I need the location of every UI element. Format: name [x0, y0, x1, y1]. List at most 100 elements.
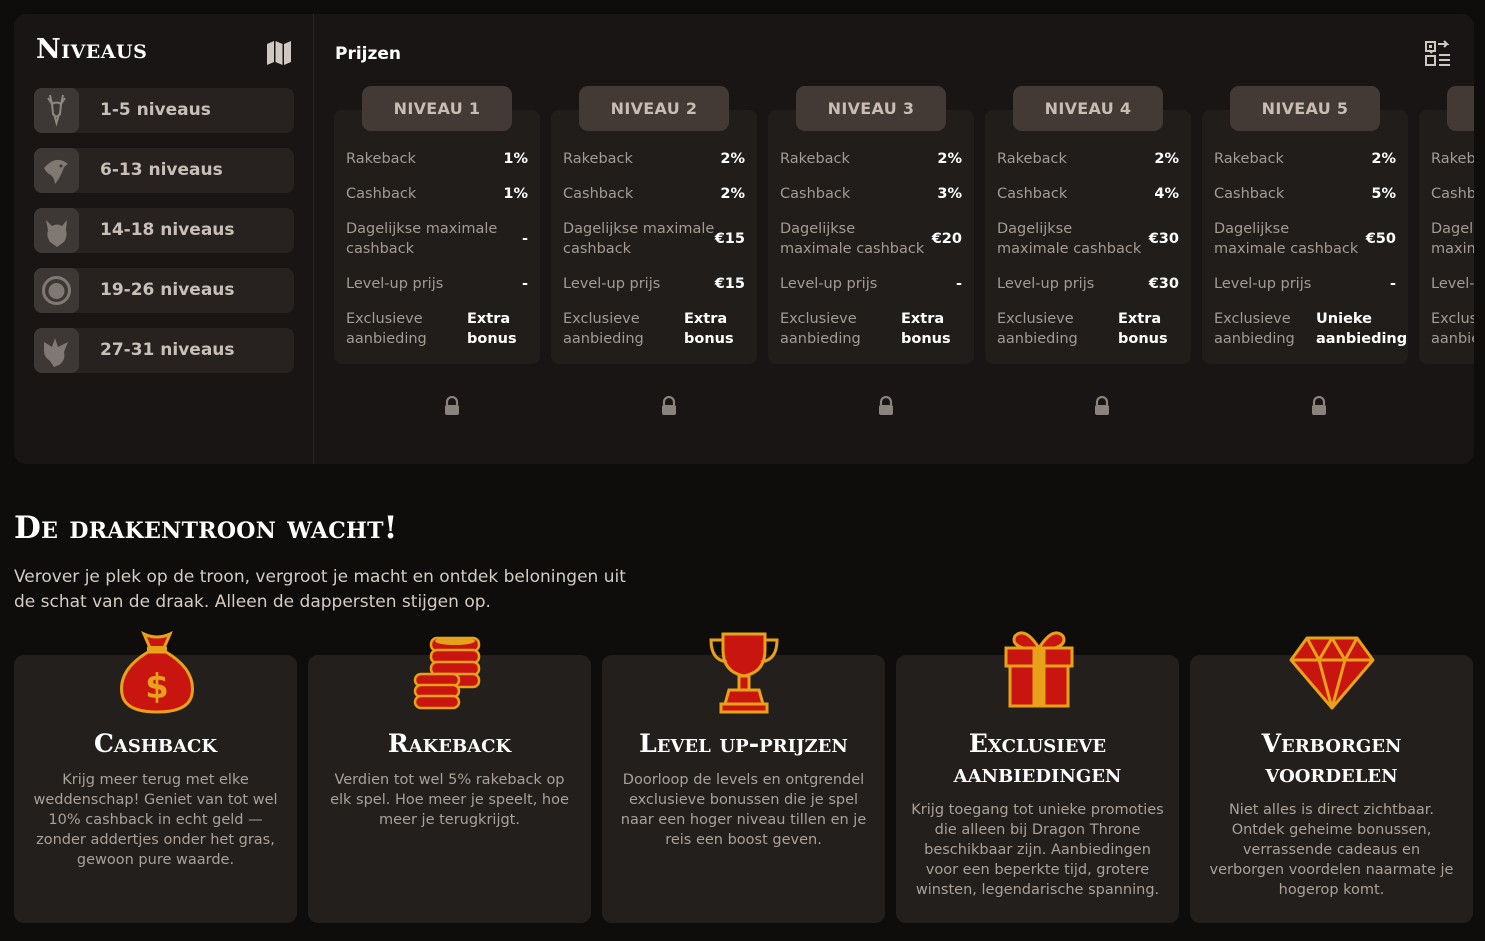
- dragon-emblem-icon: [34, 328, 79, 373]
- level-tab-2[interactable]: NIVEAU 2: [579, 86, 729, 131]
- sidebar-item-14-18[interactable]: 14-18 niveaus: [34, 208, 294, 253]
- levelup-value: €30: [1148, 276, 1179, 292]
- levelup-value: €15: [714, 276, 745, 292]
- level-card: Rakeback 1% Cashback 1% Dagelijkse maximal…: [334, 110, 540, 364]
- sidebar-item-label: 14-18 niveaus: [100, 220, 235, 240]
- feature-text: Niet alles is direct zichtbaar. Ontdek g…: [1209, 802, 1454, 898]
- svg-text:$: $: [145, 667, 169, 707]
- rakeback-label: Rakeback: [563, 151, 633, 167]
- sidebar-item-label: 1-5 niveaus: [100, 100, 211, 120]
- rakeback-value: 2%: [1371, 151, 1396, 167]
- sidebar-title: Niveaus: [36, 34, 148, 65]
- feature-title: Level up-prijzen: [639, 729, 848, 758]
- stag-emblem-icon: [34, 88, 79, 133]
- cashback-value: 3%: [937, 186, 962, 202]
- cashback-label: Cashback: [346, 186, 417, 202]
- swap-view-icon[interactable]: [1424, 40, 1452, 68]
- cashback-label: Cashback: [780, 186, 851, 202]
- levelup-label: Level-up prijs: [1214, 276, 1312, 292]
- levels-sidebar: Niveaus 1-5 niveaus 6-13 niveaus 14-18 n…: [14, 14, 314, 464]
- exclusive-value: Unieke aanbieding: [1316, 311, 1408, 347]
- lock-icon: [879, 396, 893, 415]
- daily-max-value: €20: [931, 231, 962, 247]
- sidebar-item-19-26[interactable]: 19-26 niveaus: [34, 268, 294, 313]
- level-tab-1[interactable]: NIVEAU 1: [362, 86, 512, 131]
- exclusive-label: Exclusieve aanbieding: [780, 311, 861, 347]
- feature-title: Verborgen voordelen: [1261, 729, 1402, 788]
- sidebar-item-1-5[interactable]: 1-5 niveaus: [34, 88, 294, 133]
- daily-max-label: Dagelijkse maximale cashback: [780, 221, 925, 257]
- levelup-value: -: [521, 276, 528, 292]
- lock-icon: [662, 396, 676, 415]
- level-tab-3[interactable]: NIVEAU 3: [796, 86, 946, 131]
- level-tab-6[interactable]: [1447, 86, 1474, 131]
- daily-max-label: Dagelijkse maximale cashback: [1214, 221, 1359, 257]
- lock-icon: [445, 396, 459, 415]
- cashback-label: Cashback: [1431, 186, 1474, 202]
- daily-max-label: Dagelijkse maximale cashback: [346, 221, 498, 257]
- lock-icon: [1312, 396, 1326, 415]
- coins-stack-icon: [413, 636, 481, 710]
- level-card: Rakeback 2% Cashback 4% Dagelijkse maximal…: [985, 110, 1191, 364]
- level-card: Rakeback 2% Cashback 5% Dagelijkse maximal…: [1202, 110, 1408, 364]
- levels-panel: Niveaus 1-5 niveaus 6-13 niveaus 14-18 n…: [14, 14, 1474, 464]
- level-tab-4[interactable]: NIVEAU 4: [1013, 86, 1163, 131]
- daily-max-label: Dagelijkse maximale cashback: [997, 221, 1142, 257]
- sidebar-item-label: 19-26 niveaus: [100, 280, 235, 300]
- daily-max-value: -: [521, 231, 528, 247]
- level-card: Rakeback 2% Cashback 3% Dagelijkse maximal…: [768, 110, 974, 364]
- rakeback-label: Rakeback: [780, 151, 850, 167]
- cashback-label: Cashback: [1214, 186, 1285, 202]
- exclusive-label: Exclusieve aanbieding: [1214, 311, 1295, 347]
- exclusive-value: Extra bonus: [1118, 311, 1168, 347]
- feature-title: Rakeback: [387, 729, 512, 758]
- sidebar-item-27-31[interactable]: 27-31 niveaus: [34, 328, 294, 373]
- levelup-label: Level-up prijs: [1431, 276, 1474, 292]
- trophy-icon: [709, 632, 779, 714]
- feature-text: Krijg meer terug met elke weddenschap! G…: [33, 772, 278, 868]
- cashback-label: Cashback: [997, 186, 1068, 202]
- cashback-value: 5%: [1371, 186, 1396, 202]
- money-bag-icon: $: [120, 631, 194, 714]
- section-title: De drakentroon wacht!: [14, 510, 398, 546]
- exclusive-value: Extra bonus: [684, 311, 734, 347]
- cashback-value: 1%: [503, 186, 528, 202]
- level-card: Rakeback 2% Cashback 2% Dagelijkse maximal…: [551, 110, 757, 364]
- levelup-label: Level-up prijs: [563, 276, 661, 292]
- gift-icon: [1004, 631, 1074, 708]
- level-card-partial: Rakeback Cashback Dagelijkse maximale ca…: [1419, 110, 1474, 364]
- sidebar-item-6-13[interactable]: 6-13 niveaus: [34, 148, 294, 193]
- map-icon[interactable]: [265, 40, 293, 66]
- feature-text: Krijg toegang tot unieke promoties die a…: [911, 802, 1164, 898]
- rakeback-label: Rakeback: [1431, 151, 1474, 167]
- feature-title: Cashback: [93, 729, 218, 758]
- rakeback-label: Rakeback: [997, 151, 1067, 167]
- feature-text: Doorloop de levels en ontgrendel exclusi…: [620, 772, 867, 848]
- exclusive-label: Exclusieve aanbieding: [997, 311, 1078, 347]
- prizes-title: Prijzen: [335, 44, 402, 64]
- levelup-value: -: [955, 276, 962, 292]
- exclusive-label: Exclusieve aanbieding: [346, 311, 427, 347]
- rakeback-value: 1%: [503, 151, 528, 167]
- rakeback-label: Rakeback: [1214, 151, 1284, 167]
- daily-max-value: €50: [1365, 231, 1396, 247]
- rakeback-value: 2%: [937, 151, 962, 167]
- sidebar-item-label: 27-31 niveaus: [100, 340, 235, 360]
- exclusive-value: Extra bonus: [901, 311, 951, 347]
- sidebar-item-label: 6-13 niveaus: [100, 160, 223, 180]
- exclusive-label: Exclusieve aanbieding: [563, 311, 644, 347]
- level-tab-5[interactable]: NIVEAU 5: [1230, 86, 1380, 131]
- eagle-emblem-icon: [34, 148, 79, 193]
- rakeback-value: 2%: [1154, 151, 1179, 167]
- levelup-label: Level-up prijs: [346, 276, 444, 292]
- cashback-value: 4%: [1154, 186, 1179, 202]
- exclusive-label: Exclusieve aanbieding: [1431, 311, 1474, 347]
- levelup-label: Level-up prijs: [997, 276, 1095, 292]
- rakeback-value: 2%: [720, 151, 745, 167]
- wolf-emblem-icon: [34, 208, 79, 253]
- level-cards-carousel[interactable]: Rakeback 1% Cashback 1% Dagelijkse maximal…: [334, 86, 1474, 416]
- rakeback-label: Rakeback: [346, 151, 416, 167]
- daily-max-label: Dagelijkse maximale cashback: [563, 221, 715, 257]
- cashback-value: 2%: [720, 186, 745, 202]
- feature-title: Exclusieve aanbiedingen: [953, 729, 1122, 788]
